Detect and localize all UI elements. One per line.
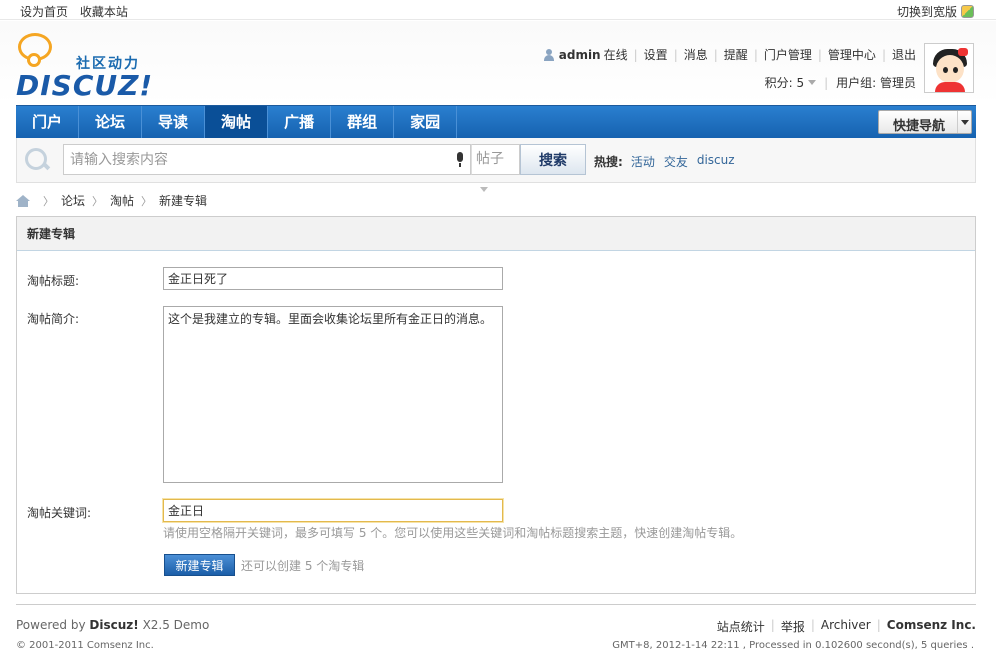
copyright: © 2001-2011 Comsenz Inc. [16, 640, 154, 651]
avatar[interactable] [924, 43, 974, 93]
chevron-down-icon[interactable] [808, 80, 817, 85]
settings-link[interactable]: 设置 [644, 46, 668, 63]
hot-searches: 热搜: 活动 交友 discuz [594, 153, 744, 170]
keywords-hint: 请使用空格隔开关键词，最多可填写 5 个。您可以使用这些关键词和淘帖标题搜索主题… [163, 526, 743, 540]
breadcrumb: 〉 论坛 〉 淘帖 〉 新建专辑 [16, 192, 207, 209]
description-label: 淘帖简介: [27, 312, 80, 326]
logo-text: DISCUZ! [16, 69, 154, 102]
username-link[interactable]: admin [559, 48, 601, 62]
create-collection-panel: 新建专辑 淘帖标题: 淘帖简介: 这个是我建立的专辑。里面会收集论坛里所有金正日… [16, 216, 976, 594]
create-collection-button[interactable]: 新建专辑 [164, 554, 235, 576]
search-input[interactable] [63, 144, 471, 175]
collection-description-input[interactable]: 这个是我建立的专辑。里面会收集论坛里所有金正日的消息。 [163, 306, 503, 483]
set-home-link[interactable]: 设为首页 [20, 5, 68, 19]
panel-title: 新建专辑 [17, 217, 975, 251]
hot-term[interactable]: 活动 [631, 153, 655, 170]
user-info: 积分: 5 | 用户组: 管理员 [764, 74, 916, 91]
top-links: 设为首页 收藏本站 [20, 3, 128, 20]
powered-by: Powered by Discuz! X2.5 Demo [16, 618, 210, 632]
logout-link[interactable]: 退出 [892, 46, 916, 63]
admin-center-link[interactable]: 管理中心 [828, 46, 876, 63]
chevron-down-icon [480, 187, 488, 192]
site-stats-link[interactable]: 站点统计 [717, 618, 765, 635]
quick-nav-label: 快捷导航 [893, 119, 946, 134]
hot-term[interactable]: 交友 [664, 153, 688, 170]
bookmark-link[interactable]: 收藏本站 [80, 5, 128, 19]
messages-link[interactable]: 消息 [684, 46, 708, 63]
search-button[interactable]: 搜索 [520, 144, 586, 175]
wide-layout-icon[interactable] [961, 5, 974, 18]
usergroup-link[interactable]: 用户组: 管理员 [836, 74, 916, 91]
name-label: 淘帖标题: [27, 274, 80, 288]
breadcrumb-forum[interactable]: 论坛 [61, 192, 85, 209]
nav-item-collection[interactable]: 淘帖 [205, 106, 269, 138]
footer-divider [16, 604, 976, 605]
company-link[interactable]: Comsenz Inc. [887, 618, 976, 635]
credits-link[interactable]: 积分: 5 [765, 74, 805, 91]
search-icon [25, 148, 49, 172]
notifications-link[interactable]: 提醒 [724, 46, 748, 63]
portal-admin-link[interactable]: 门户管理 [764, 46, 812, 63]
site-logo[interactable]: 社区动力 DISCUZ! [16, 33, 156, 102]
discuz-link[interactable]: Discuz! [89, 618, 138, 632]
main-nav: 门户 论坛 导读 淘帖 广播 群组 家园 快捷导航 [16, 105, 976, 138]
switch-width[interactable]: 切换到宽版 [897, 3, 974, 20]
footer-links: 站点统计 | 举报 | Archiver | Comsenz Inc. [716, 618, 976, 635]
nav-item-broadcast[interactable]: 广播 [268, 106, 332, 138]
breadcrumb-collection[interactable]: 淘帖 [110, 192, 134, 209]
switch-wide-link[interactable]: 切换到宽版 [897, 3, 957, 20]
keywords-label: 淘帖关键词: [27, 506, 92, 520]
top-bar: 设为首页 收藏本站 切换到宽版 [0, 0, 996, 20]
home-icon[interactable] [16, 194, 30, 207]
collection-keywords-input[interactable] [163, 499, 503, 522]
header: 社区动力 DISCUZ! admin 在线 | 设置 | 消息 | 提醒 | 门… [0, 21, 996, 105]
microphone-icon[interactable] [454, 152, 466, 168]
logo-bubble-icon [18, 33, 52, 67]
nav-item-groups[interactable]: 群组 [331, 106, 395, 138]
chevron-down-icon[interactable] [957, 111, 971, 133]
search-type-select[interactable]: 帖子 [471, 144, 520, 192]
user-menu: admin 在线 | 设置 | 消息 | 提醒 | 门户管理 | 管理中心 | … [543, 46, 916, 63]
search-bar: 帖子 搜索 热搜: 活动 交友 discuz [16, 138, 976, 192]
hot-term[interactable]: discuz [697, 153, 735, 170]
nav-item-portal[interactable]: 门户 [16, 106, 80, 138]
quick-nav-button[interactable]: 快捷导航 [878, 110, 972, 134]
user-icon [543, 48, 555, 61]
nav-item-guide[interactable]: 导读 [142, 106, 206, 138]
collection-name-input[interactable] [163, 267, 503, 290]
debug-info: GMT+8, 2012-1-14 22:11 , Processed in 0.… [612, 640, 974, 651]
remaining-count: 还可以创建 5 个淘专辑 [241, 559, 365, 573]
search-type-value: 帖子 [476, 151, 504, 167]
nav-item-forum[interactable]: 论坛 [79, 106, 143, 138]
hot-label: 热搜: [594, 155, 623, 169]
breadcrumb-current: 新建专辑 [159, 194, 208, 208]
archiver-link[interactable]: Archiver [821, 618, 871, 635]
report-link[interactable]: 举报 [781, 618, 805, 635]
nav-item-home[interactable]: 家园 [394, 106, 458, 138]
online-status: 在线 [603, 48, 628, 62]
